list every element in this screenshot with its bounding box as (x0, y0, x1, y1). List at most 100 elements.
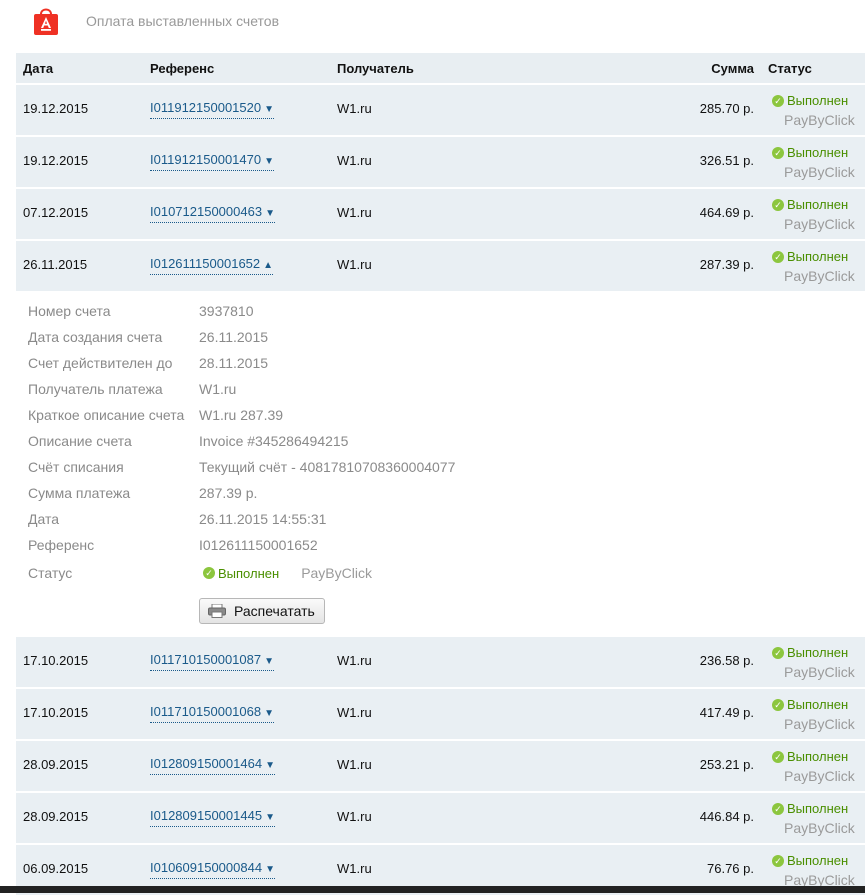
bottom-edge-bar (0, 886, 865, 893)
row-date: 19.12.2015 (23, 153, 89, 168)
detail-value: W1.ru (199, 381, 237, 397)
detail-key: Номер счета (28, 303, 111, 319)
row-ref-link[interactable]: I012809150001464 ▼ (150, 756, 275, 775)
row-status: ✓ Выполнен PayByClick (772, 749, 864, 784)
row-sum: 285.70 р. (699, 101, 754, 116)
expand-arrow-icon[interactable]: ▼ (264, 104, 274, 115)
table-row[interactable]: 28.09.2015 I012809150001445 ▼ W1.ru 446.8… (16, 793, 865, 843)
row-status: ✓ Выполнен PayByClick (772, 93, 864, 128)
row-ref-link[interactable]: I011912150001470 ▼ (150, 152, 275, 171)
ref-text: I010609150000844 (150, 860, 263, 875)
detail-value: 28.11.2015 (199, 355, 269, 371)
page-title: Оплата выставленных счетов (86, 13, 280, 29)
status-method: PayByClick (784, 768, 855, 784)
check-circle-icon: ✓ (203, 567, 215, 579)
detail-value: 287.39 р. (199, 485, 258, 501)
expand-arrow-icon[interactable]: ▼ (265, 760, 275, 771)
detail-row: Описание счета Invoice #345286494215 (28, 433, 348, 449)
table-row[interactable]: 28.09.2015 I012809150001464 ▼ W1.ru 253.2… (16, 741, 865, 791)
row-recipient: W1.ru (337, 205, 372, 220)
ref-text: I011912150001520 (150, 100, 262, 115)
detail-value: Invoice #345286494215 (199, 433, 349, 449)
ref-text: I011912150001470 (150, 152, 262, 167)
collapse-arrow-icon[interactable]: ▲ (263, 260, 273, 271)
detail-key: Счёт списания (28, 459, 124, 475)
expand-arrow-icon[interactable]: ▼ (264, 156, 274, 167)
table-row[interactable]: 17.10.2015 I011710150001087 ▼ W1.ru 236.5… (16, 637, 865, 687)
row-ref-link[interactable]: I012809150001445 ▼ (150, 808, 275, 827)
detail-status-row: Статус ✓ Выполнен PayByClick (28, 565, 372, 581)
row-sum: 464.69 р. (699, 205, 754, 220)
invoices-table: Дата Референс Получатель Сумма Статус 19… (16, 53, 865, 895)
row-ref-link[interactable]: I011710150001087 ▼ (150, 652, 275, 671)
table-row[interactable]: 19.12.2015 I011912150001520 ▼ W1.ru 285.7… (16, 85, 865, 135)
row-status: ✓ Выполнен PayByClick (772, 697, 864, 732)
check-circle-icon: ✓ (772, 94, 784, 107)
detail-row: Счёт списания Текущий счёт - 408178107083… (28, 459, 455, 475)
ref-text: I010712150000463 (150, 204, 263, 219)
ref-text: I011710150001068 (150, 704, 262, 719)
detail-value: 26.11.2015 14:55:31 (199, 511, 327, 527)
expand-arrow-icon[interactable]: ▼ (265, 208, 275, 219)
status-method: PayByClick (784, 112, 855, 128)
check-circle-icon: ✓ (772, 802, 784, 815)
row-ref-link[interactable]: I010712150000463 ▼ (150, 204, 275, 223)
table-row[interactable]: 19.12.2015 I011912150001470 ▼ W1.ru 326.5… (16, 137, 865, 187)
ref-text: I012611150001652 (150, 256, 261, 271)
row-ref-link[interactable]: I011912150001520 ▼ (150, 100, 275, 119)
detail-value: Текущий счёт - 40817810708360004077 (199, 459, 456, 475)
check-circle-icon: ✓ (772, 146, 784, 159)
table-row[interactable]: 07.12.2015 I010712150000463 ▼ W1.ru 464.6… (16, 189, 865, 239)
detail-row: Дата создания счета 26.11.2015 (28, 329, 268, 345)
row-ref-link[interactable]: I012611150001652 ▲ (150, 256, 274, 275)
detail-row: Краткое описание счета W1.ru 287.39 (28, 407, 283, 423)
status-text: Выполнен (787, 645, 849, 660)
printer-icon (208, 603, 226, 618)
status-text: Выполнен (218, 565, 280, 581)
row-date: 26.11.2015 (23, 257, 88, 272)
col-recipient-header: Получатель (337, 61, 414, 76)
status-text: Выполнен (787, 697, 849, 712)
row-status: ✓ Выполнен PayByClick (772, 645, 864, 680)
detail-row: Сумма платежа 287.39 р. (28, 485, 257, 501)
check-circle-icon: ✓ (772, 698, 784, 711)
status-text: Выполнен (787, 853, 849, 868)
detail-key: Краткое описание счета (28, 407, 185, 423)
detail-key: Референс (28, 537, 95, 553)
row-date: 07.12.2015 (23, 205, 89, 220)
expand-arrow-icon[interactable]: ▼ (264, 656, 274, 667)
detail-key: Дата создания счета (28, 329, 163, 345)
status-method: PayByClick (784, 820, 855, 836)
row-date: 28.09.2015 (23, 809, 89, 824)
status-method: PayByClick (784, 716, 855, 732)
row-sum: 326.51 р. (699, 153, 754, 168)
table-row[interactable]: 17.10.2015 I011710150001068 ▼ W1.ru 417.4… (16, 689, 865, 739)
ref-text: I012809150001464 (150, 756, 263, 771)
detail-row: Референс I012611150001652 (28, 537, 318, 553)
page-header: Оплата выставленных счетов (0, 0, 865, 50)
print-button[interactable]: Распечатать (199, 598, 325, 624)
row-status: ✓ Выполнен PayByClick (772, 801, 864, 836)
col-date-header: Дата (23, 61, 54, 76)
status-text: Выполнен (787, 145, 849, 160)
expand-arrow-icon[interactable]: ▼ (265, 812, 275, 823)
expand-arrow-icon[interactable]: ▼ (265, 864, 275, 875)
row-ref-link[interactable]: I011710150001068 ▼ (150, 704, 275, 723)
ref-text: I011710150001087 (150, 652, 262, 667)
detail-key: Получатель платежа (28, 381, 163, 397)
check-circle-icon: ✓ (772, 198, 784, 211)
expand-arrow-icon[interactable]: ▼ (264, 708, 274, 719)
row-status: ✓ Выполнен PayByClick (772, 145, 864, 180)
detail-key: Дата (28, 511, 60, 527)
alfa-bank-bag-icon[interactable] (33, 6, 59, 36)
table-row-expanded[interactable]: 26.11.2015 I012611150001652 ▲ W1.ru 287.3… (16, 241, 865, 291)
detail-key: Сумма платежа (28, 485, 131, 501)
row-ref-link[interactable]: I010609150000844 ▼ (150, 860, 275, 879)
check-circle-icon: ✓ (772, 854, 784, 867)
col-ref-header: Референс (150, 61, 215, 76)
status-method: PayByClick (784, 268, 855, 284)
status-method: PayByClick (784, 164, 855, 180)
detail-key: Описание счета (28, 433, 132, 449)
col-sum-header: Сумма (711, 61, 754, 76)
row-date: 17.10.2015 (23, 653, 89, 668)
